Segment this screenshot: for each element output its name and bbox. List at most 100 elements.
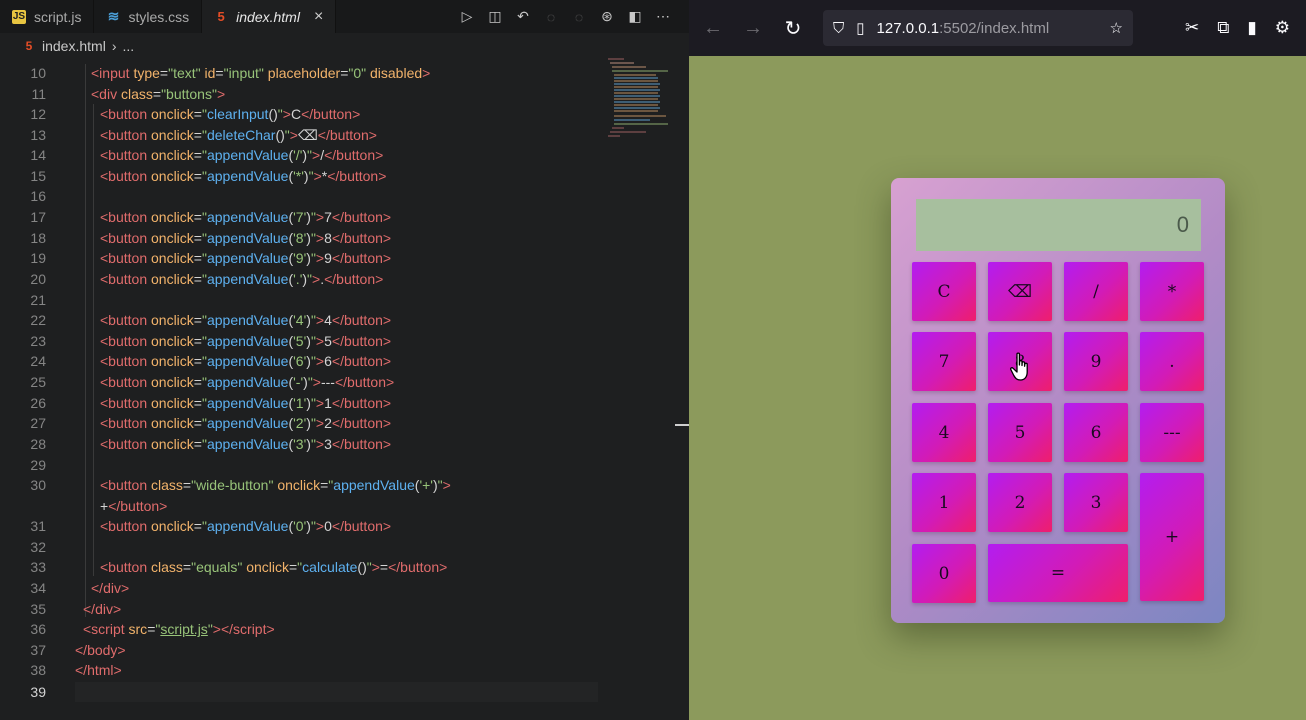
previous-change-icon[interactable]: ◌ [543, 9, 559, 25]
split-editor-icon[interactable]: ◧ [627, 8, 643, 25]
line-number: 22 [30, 312, 46, 328]
line-number: 14 [30, 147, 46, 163]
line-number: 11 [31, 86, 46, 102]
extension-icon[interactable]: ⚙ [1275, 18, 1290, 38]
run-icon[interactable]: ▷ [459, 8, 475, 25]
code-line: <button onclick="appendValue('9')">9</bu… [100, 250, 392, 266]
css-icon: ≋ [107, 8, 120, 24]
line-number: 19 [30, 250, 46, 266]
scissors-icon[interactable]: ✂ [1185, 18, 1199, 38]
code-line: <button onclick="appendValue('-')">---</… [100, 374, 395, 390]
four-button[interactable]: 4 [912, 403, 976, 462]
multiply-button[interactable]: * [1140, 262, 1204, 321]
breadcrumb-file[interactable]: index.html [42, 38, 106, 54]
three-button[interactable]: 3 [1064, 473, 1128, 532]
code-line: <button onclick="appendValue('.')">.</bu… [100, 271, 384, 287]
seven-button[interactable]: 7 [912, 332, 976, 391]
line-number: 35 [30, 601, 46, 617]
js-icon: JS [12, 9, 26, 24]
line-number: 28 [30, 436, 46, 452]
decimal-button[interactable]: . [1140, 332, 1204, 391]
code-line: </body> [75, 642, 126, 658]
line-number: 27 [30, 415, 46, 431]
line-number: 36 [30, 621, 46, 637]
go-back-icon[interactable]: ↶ [515, 8, 531, 25]
line-number: 18 [30, 230, 46, 246]
line-number: 39 [30, 684, 46, 700]
six-button[interactable]: 6 [1064, 403, 1128, 462]
code-line: <button onclick="appendValue('4')">4</bu… [100, 312, 392, 328]
line-number: 33 [30, 559, 46, 575]
code-line: <div class="buttons"> [91, 86, 226, 102]
url-bar[interactable]: ⛉ ▯ 127.0.0.1:5502/index.html ☆ [823, 10, 1133, 46]
tab-label: script.js [34, 8, 82, 25]
calculator-display[interactable] [916, 199, 1201, 251]
code-line: <button onclick="appendValue('8')">8</bu… [100, 230, 392, 246]
line-number: 16 [30, 188, 46, 204]
code-line: <button onclick="appendValue('6')">6</bu… [100, 353, 392, 369]
translate-icon[interactable]: ⧉ [1217, 18, 1229, 38]
next-change-icon[interactable]: ◌ [571, 9, 587, 25]
tab-label: styles.css [128, 8, 190, 25]
line-number: 23 [30, 333, 46, 349]
code-line: <button onclick="appendValue('5')">5</bu… [100, 333, 392, 349]
toolbar-icons: ✂ ⧉ ▮ ⚙ [1185, 18, 1306, 38]
code-line: <button onclick="appendValue('2')">2</bu… [100, 415, 392, 431]
line-number: 24 [30, 353, 46, 369]
code-line: <input type="text" id="input" placeholde… [91, 65, 431, 81]
calculator: C ⌫ / * 7 8 9 . 4 5 6 --- 1 2 3 + 0 = [891, 178, 1225, 623]
editor-tab-bar: JS script.js ≋ styles.css 5 index.html ×… [0, 0, 689, 33]
code-line: <button onclick="appendValue('3')">3</bu… [100, 436, 392, 452]
reload-icon[interactable]: ↻ [775, 10, 811, 46]
close-icon[interactable]: × [314, 8, 323, 26]
back-arrow-icon[interactable]: ← [695, 10, 731, 46]
line-number: 17 [30, 209, 46, 225]
html-icon: 5 [217, 9, 225, 24]
line-number: 12 [30, 106, 46, 122]
line-number: 37 [30, 642, 46, 658]
code-line: </html> [75, 662, 122, 678]
browser-window: ← → ↻ ⛉ ▯ 127.0.0.1:5502/index.html ☆ ✂ … [689, 0, 1306, 720]
equals-button[interactable]: = [988, 544, 1128, 602]
eight-button[interactable]: 8 [988, 332, 1052, 391]
code-line: </div> [91, 580, 130, 596]
browser-toolbar: ← → ↻ ⛉ ▯ 127.0.0.1:5502/index.html ☆ ✂ … [689, 0, 1306, 56]
code-editor: JS script.js ≋ styles.css 5 index.html ×… [0, 0, 689, 720]
five-button[interactable]: 5 [988, 403, 1052, 462]
url-path: :5502/index.html [939, 19, 1050, 37]
line-number: 10 [30, 65, 46, 81]
nine-button[interactable]: 9 [1064, 332, 1128, 391]
breadcrumb-more[interactable]: ... [122, 38, 134, 54]
code-line: <button onclick="appendValue('0')">0</bu… [100, 518, 392, 534]
code-line: <button class="equals" onclick="calculat… [100, 559, 448, 575]
more-actions-icon[interactable]: ⋯ [655, 8, 671, 25]
minus-button[interactable]: --- [1140, 403, 1204, 462]
line-number: 29 [30, 457, 46, 473]
code-line: <button onclick="appendValue('/')">/</bu… [100, 147, 384, 163]
code-line: <script src="script.js"></script> [83, 621, 275, 637]
delete-button[interactable]: ⌫ [988, 262, 1052, 321]
clear-button[interactable]: C [912, 262, 976, 321]
clipboard-icon[interactable]: ▮ [1247, 18, 1256, 38]
plus-button[interactable]: + [1140, 473, 1204, 601]
one-button[interactable]: 1 [912, 473, 976, 532]
bookmark-star-icon[interactable]: ☆ [1110, 19, 1123, 37]
shield-icon[interactable]: ⛉ [833, 20, 844, 37]
two-button[interactable]: 2 [988, 473, 1052, 532]
line-number: 34 [30, 580, 46, 596]
line-number: 21 [30, 292, 46, 308]
code-line: <button onclick="deleteChar()">⌫</button… [100, 127, 377, 143]
open-preview-icon[interactable]: ◫ [487, 8, 503, 25]
zero-button[interactable]: 0 [912, 544, 976, 603]
forward-arrow-icon[interactable]: → [735, 10, 771, 46]
tab-index-html[interactable]: 5 index.html × [202, 0, 337, 33]
divide-button[interactable]: / [1064, 262, 1128, 321]
code-line: <button onclick="appendValue('7')">7</bu… [100, 209, 392, 225]
tab-script-js[interactable]: JS script.js [0, 0, 95, 33]
line-number: 25 [30, 374, 46, 390]
code-line: <button onclick="clearInput()">C</button… [100, 106, 361, 122]
line-number: 38 [30, 662, 46, 678]
live-share-icon[interactable]: ⊛ [599, 8, 615, 25]
page-info-icon[interactable]: ▯ [856, 19, 864, 37]
tab-styles-css[interactable]: ≋ styles.css [94, 0, 203, 33]
